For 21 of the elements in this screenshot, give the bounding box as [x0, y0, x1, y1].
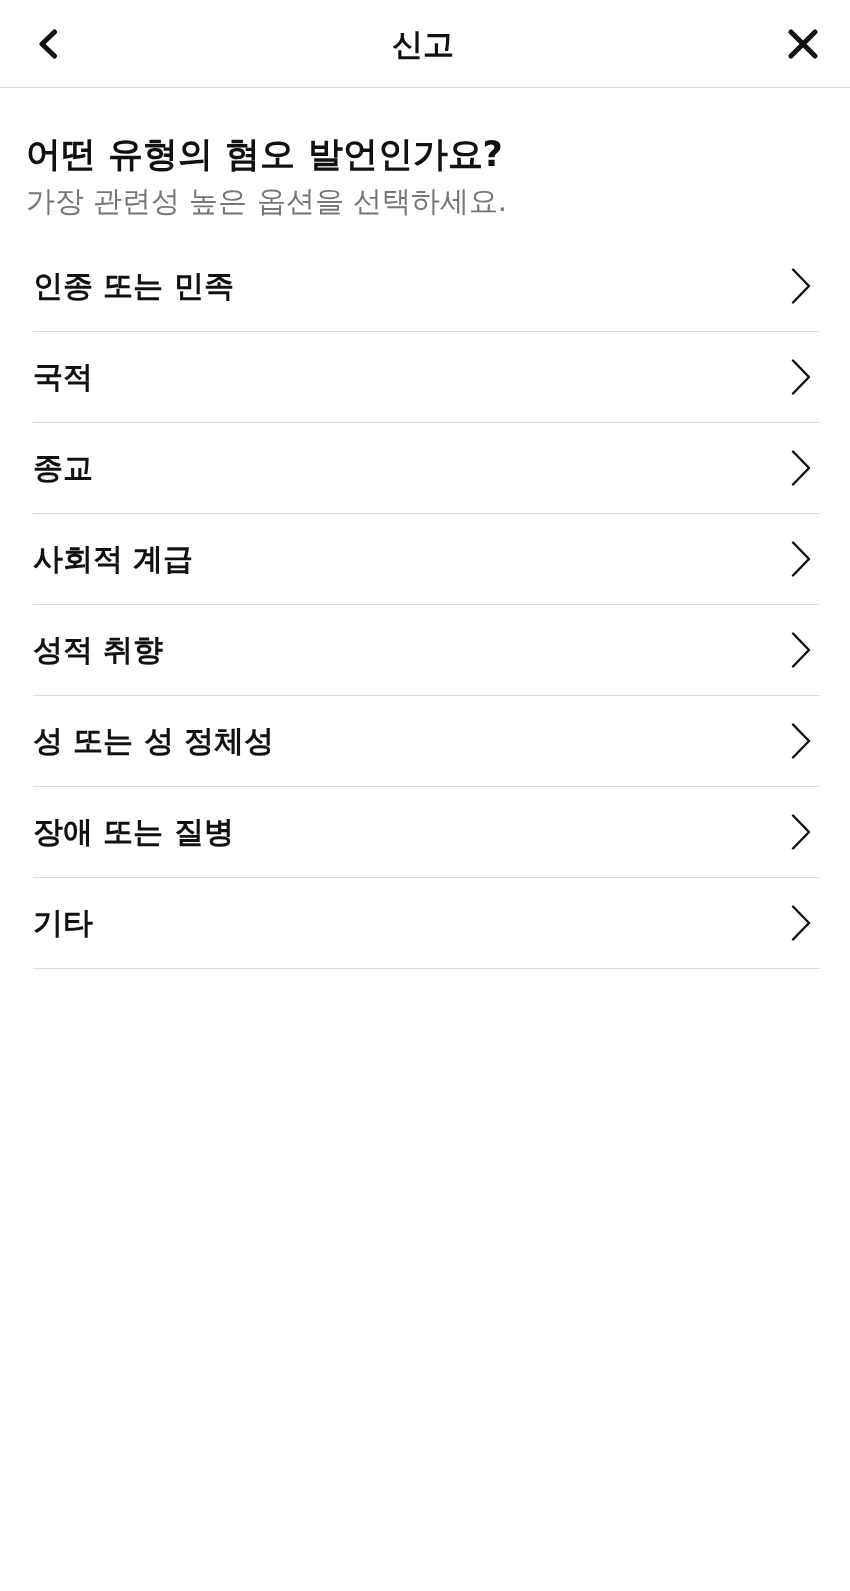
chevron-right-icon: [791, 905, 811, 941]
chevron-right-icon: [791, 541, 811, 577]
chevron-right-icon: [791, 450, 811, 486]
chevron-right-icon: [791, 268, 811, 304]
chevron-right-icon: [791, 359, 811, 395]
option-item[interactable]: 인종 또는 민족: [33, 241, 820, 332]
option-item[interactable]: 장애 또는 질병: [33, 787, 820, 878]
close-icon[interactable]: [788, 28, 818, 59]
screen-title: 신고: [392, 24, 454, 64]
chevron-right-icon: [791, 814, 811, 850]
option-item[interactable]: 성 또는 성 정체성: [33, 696, 820, 787]
back-icon[interactable]: [38, 28, 58, 59]
option-item[interactable]: 성적 취향: [33, 605, 820, 696]
chevron-right-icon: [791, 723, 811, 759]
option-item[interactable]: 국적: [33, 332, 820, 423]
option-item[interactable]: 사회적 계급: [33, 514, 820, 605]
option-item[interactable]: 종교: [33, 423, 820, 514]
option-item[interactable]: 기타: [33, 878, 820, 969]
question-hint: 가장 관련성 높은 옵션을 선택하세요.: [26, 183, 509, 220]
chevron-right-icon: [791, 632, 811, 668]
question-heading: 어떤 유형의 혐오 발언인가요?: [26, 133, 504, 176]
